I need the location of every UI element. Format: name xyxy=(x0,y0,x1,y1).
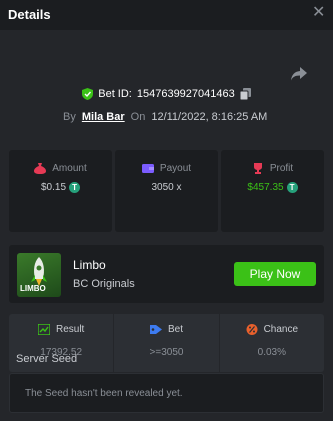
wallet-icon xyxy=(141,164,154,173)
stat-label: Profit xyxy=(269,163,294,174)
tether-coin-icon: T xyxy=(286,182,298,193)
server-seed-message: The Seed hasn't been revealed yet. xyxy=(25,388,183,399)
bet-author-row: By Mila Bar On 12/11/2022, 8:16:25 AM xyxy=(63,110,267,124)
game-provider: BC Originals xyxy=(73,278,135,290)
money-bag-icon xyxy=(34,163,47,174)
modal-header: Details ✕ xyxy=(0,0,333,30)
bet-id-value: 1547639927041463 xyxy=(136,88,235,100)
stat-profit: Profit $457.35 T xyxy=(221,150,324,232)
stat-value: 3050 x xyxy=(151,182,182,193)
stat-label: Amount xyxy=(52,163,87,174)
username-link[interactable]: Mila Bar xyxy=(82,111,125,123)
chance-label: Chance xyxy=(263,324,299,335)
stat-amount: Amount $0.15 T xyxy=(9,150,112,232)
on-label: On xyxy=(130,111,146,123)
stat-label: Payout xyxy=(159,163,192,174)
play-now-button[interactable]: Play Now xyxy=(234,262,316,286)
by-label: By xyxy=(63,111,76,123)
tether-coin-icon: T xyxy=(69,182,81,193)
result-label: Result xyxy=(55,324,85,335)
game-thumb-brand: LIMBO xyxy=(20,284,46,293)
stat-payout: Payout 3050 x xyxy=(115,150,218,232)
stat-value: $457.35 xyxy=(247,182,284,193)
bet-value: >=3050 xyxy=(149,347,184,358)
bet-stats: Amount $0.15 T Payout 3050 x Profit $457… xyxy=(9,150,324,232)
percent-icon xyxy=(246,324,258,335)
bet-label: Bet xyxy=(167,324,183,335)
bet-column: Bet >=3050 xyxy=(113,314,218,372)
trophy-icon xyxy=(253,163,262,174)
bet-timestamp: 12/11/2022, 8:16:25 AM xyxy=(151,111,268,123)
stat-value: $0.15 xyxy=(40,182,67,193)
server-seed-label: Server Seed xyxy=(16,353,78,365)
game-thumbnail[interactable]: LIMBO xyxy=(17,253,61,297)
bet-id-label: Bet ID: xyxy=(98,88,132,100)
game-card: LIMBO Limbo BC Originals Play Now xyxy=(9,245,324,303)
chance-column: Chance 0.03% xyxy=(218,314,324,372)
chart-icon xyxy=(37,324,50,335)
shield-check-icon xyxy=(82,88,94,100)
close-icon[interactable]: ✕ xyxy=(312,5,325,21)
details-panel: Bet ID: 1547639927041463 By Mila Bar On … xyxy=(0,30,333,421)
share-icon[interactable] xyxy=(290,66,308,82)
copy-icon[interactable] xyxy=(239,88,251,100)
server-seed-box: The Seed hasn't been revealed yet. xyxy=(9,373,324,413)
game-name[interactable]: Limbo xyxy=(73,258,106,272)
chance-value: 0.03% xyxy=(257,347,286,358)
tag-icon xyxy=(149,325,162,334)
bet-id-row: Bet ID: 1547639927041463 xyxy=(0,88,333,104)
modal-title: Details xyxy=(8,7,51,22)
